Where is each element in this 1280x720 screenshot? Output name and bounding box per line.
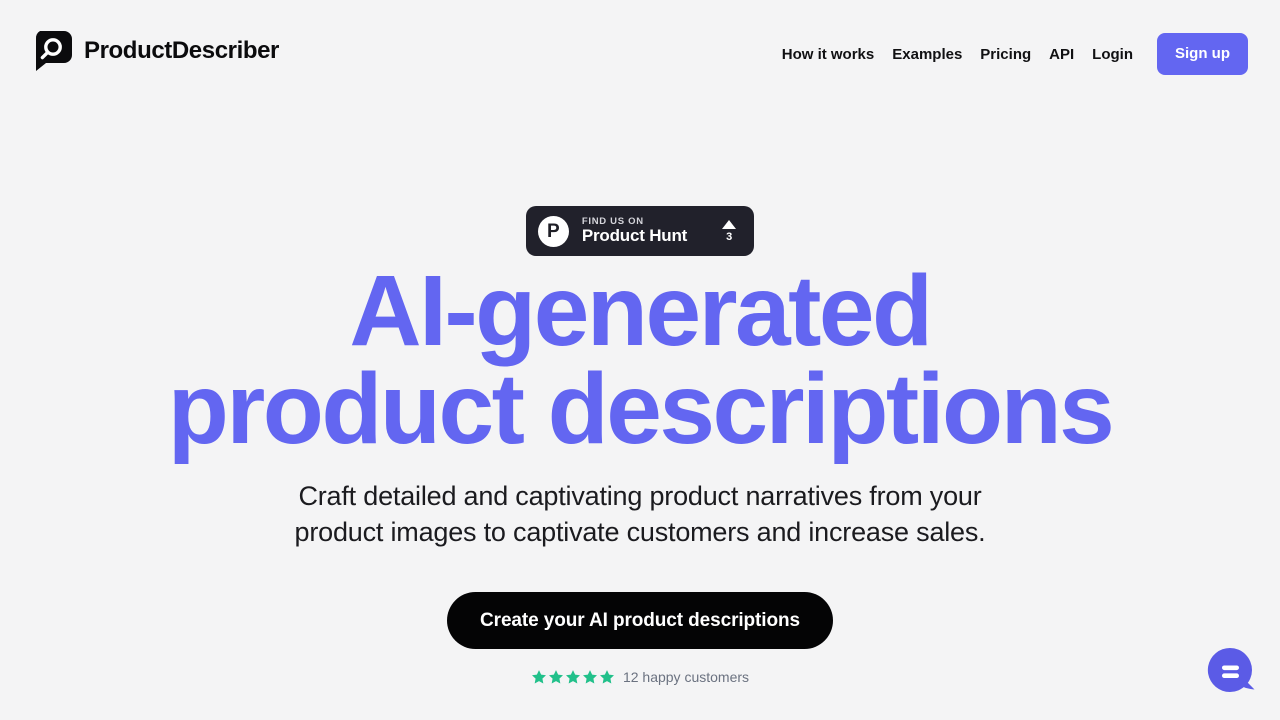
brand-logo[interactable]: ProductDescriber xyxy=(32,31,279,71)
page-title: AI-generated product descriptions xyxy=(0,255,1280,465)
nav-item-pricing[interactable]: Pricing xyxy=(971,47,1040,62)
nav-item-how-it-works[interactable]: How it works xyxy=(773,47,884,62)
star-icon xyxy=(599,669,614,684)
product-hunt-upvote[interactable]: 3 xyxy=(722,219,740,243)
magnifier-speech-bubble-icon xyxy=(32,31,72,71)
star-icon xyxy=(582,669,597,684)
site-header: ProductDescriber How it works Examples P… xyxy=(0,0,1280,110)
main-navigation: How it works Examples Pricing API Login … xyxy=(773,31,1248,75)
social-proof: 12 happy customers xyxy=(0,669,1280,685)
brand-name: ProductDescriber xyxy=(84,37,279,64)
product-hunt-badge[interactable]: P FIND US ON Product Hunt 3 xyxy=(525,206,755,256)
star-icon xyxy=(565,669,580,684)
product-hunt-upvote-count: 3 xyxy=(726,230,733,243)
star-icon xyxy=(531,669,546,684)
nav-item-login[interactable]: Login xyxy=(1083,47,1142,62)
nav-item-examples[interactable]: Examples xyxy=(883,47,971,62)
signup-button[interactable]: Sign up xyxy=(1157,33,1248,75)
hero-subtitle: Craft detailed and captivating product n… xyxy=(294,481,986,547)
page-title-line-1: AI-generated xyxy=(349,255,933,367)
caret-up-icon xyxy=(722,219,737,229)
star-icon xyxy=(548,669,563,684)
happy-customers-label: 12 happy customers xyxy=(622,668,750,685)
product-hunt-eyebrow: FIND US ON xyxy=(581,215,644,227)
rating-stars xyxy=(531,669,615,685)
nav-item-api[interactable]: API xyxy=(1040,47,1083,62)
chat-bubble-icon[interactable] xyxy=(1206,646,1258,698)
page-title-line-2: product descriptions xyxy=(167,353,1115,465)
product-hunt-title: Product Hunt xyxy=(581,226,688,246)
create-descriptions-button[interactable]: Create your AI product descriptions xyxy=(447,591,833,649)
product-hunt-logo-icon: P xyxy=(537,215,569,247)
hero-section: P FIND US ON Product Hunt 3 AI-generated… xyxy=(0,110,1280,685)
